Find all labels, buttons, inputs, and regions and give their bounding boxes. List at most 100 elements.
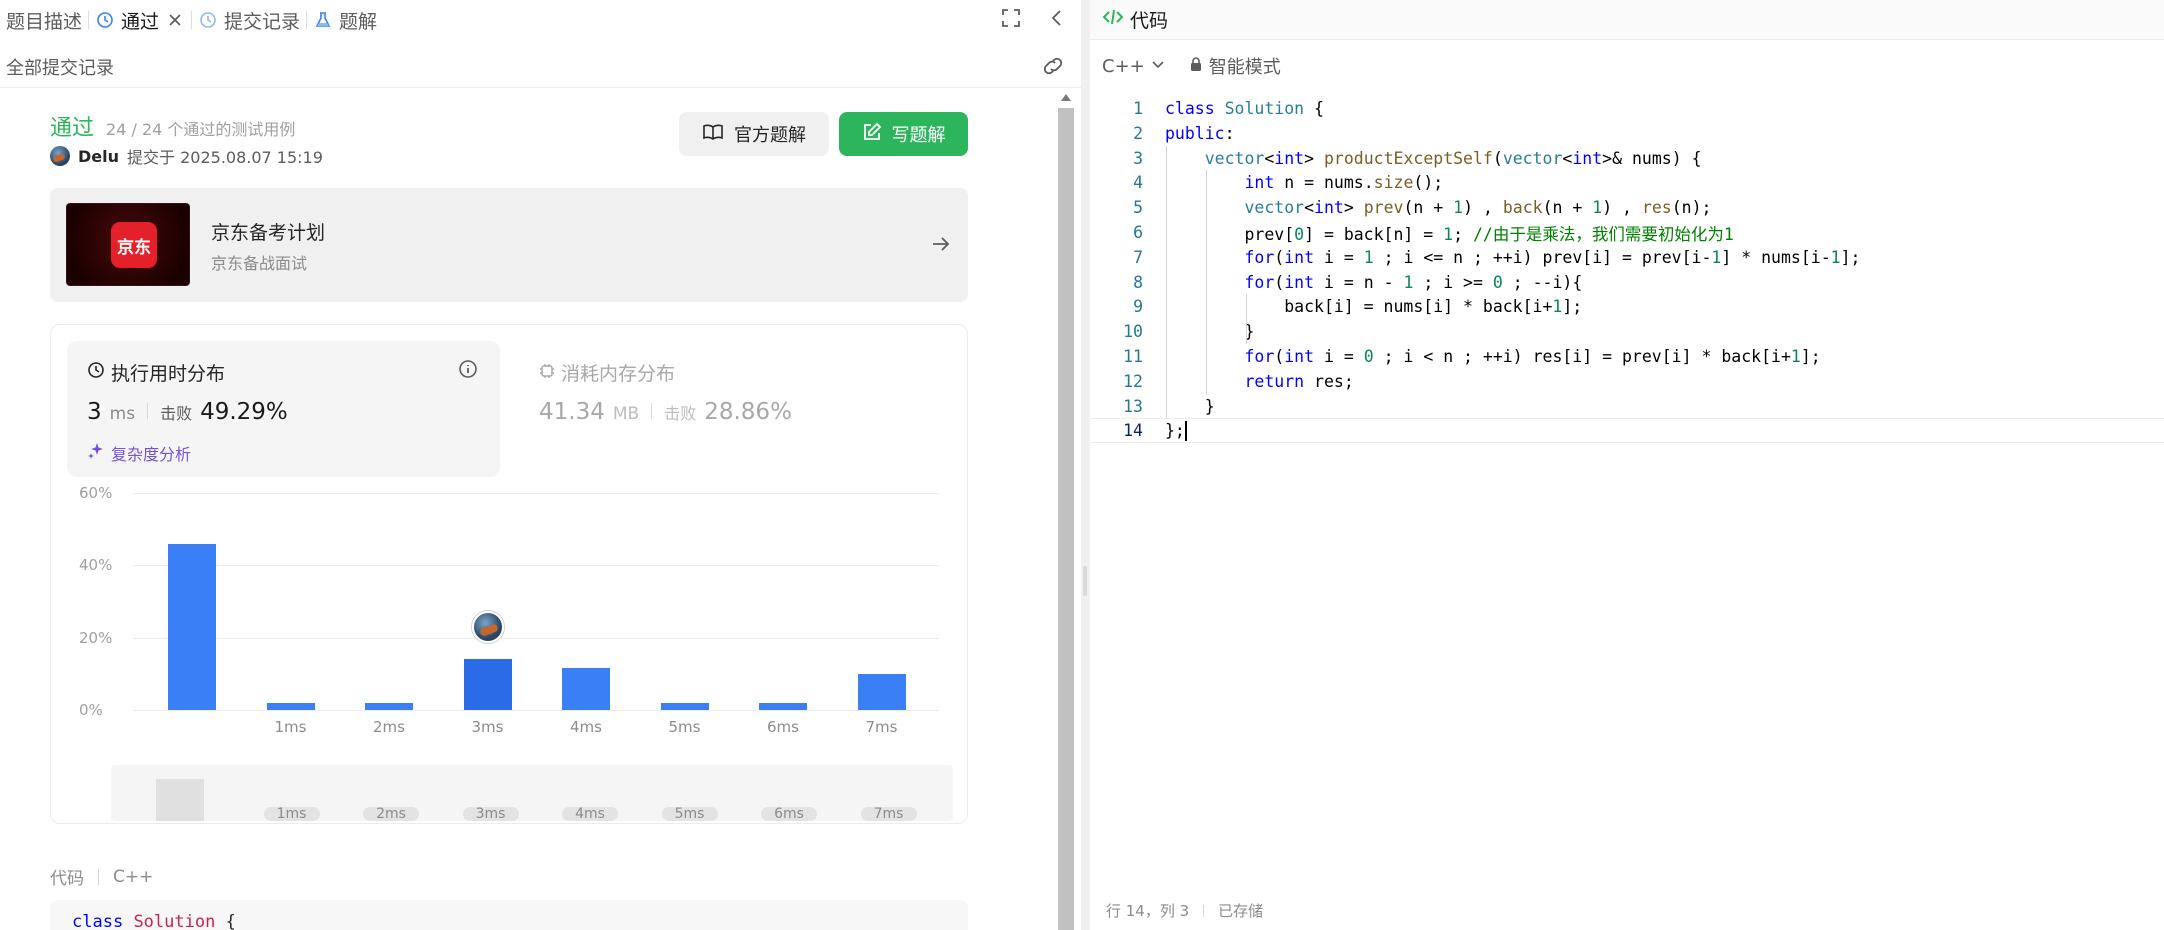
promo-image: 京东 xyxy=(66,203,190,286)
pane-resizer[interactable] xyxy=(1081,0,1090,930)
smart-mode-toggle[interactable]: 智能模式 xyxy=(1189,53,1281,79)
code-line[interactable]: 13 } xyxy=(1090,394,2164,419)
code-line[interactable]: 4 int n = nums.size(); xyxy=(1090,170,2164,195)
y-tick-label: 40% xyxy=(79,556,113,575)
status-badge: 通过 xyxy=(50,116,95,141)
status-line: 通过 24 / 24 个通过的测试用例 xyxy=(50,110,295,142)
lock-icon xyxy=(1189,56,1203,77)
code-preview-keyword: class xyxy=(72,912,124,930)
chip-icon xyxy=(539,362,555,384)
my-submission-marker[interactable] xyxy=(471,611,504,644)
avatar[interactable] xyxy=(50,146,70,166)
submission-panel: 题目描述 通过 提交记录 题解 全部提交记录 通过 24 / 24 个通过的测试… xyxy=(0,0,1081,930)
code-line[interactable]: 1 class Solution { xyxy=(1090,96,2164,121)
code-line[interactable]: 14}; xyxy=(1090,418,2164,444)
tab-description[interactable]: 题目描述 xyxy=(0,0,88,40)
overview-tick-label: 4ms xyxy=(562,807,618,821)
test-cases-count: 24 / 24 个通过的测试用例 xyxy=(106,120,296,139)
link-icon[interactable] xyxy=(1041,56,1065,81)
chevron-down-icon xyxy=(1151,56,1165,77)
author-name[interactable]: Delu xyxy=(78,147,119,166)
code-panel: 代码 C++ 智能模式 1 class Solution {2 public: 3 v… xyxy=(1090,0,2164,930)
code-line[interactable]: 12 return res; xyxy=(1090,369,2164,394)
tab-solutions[interactable]: 题解 xyxy=(307,0,383,40)
runtime-beat-label: 击败 xyxy=(160,404,193,423)
scroll-up-arrow[interactable] xyxy=(1061,94,1071,101)
x-tick-label: 7ms xyxy=(865,718,898,736)
tab-accepted[interactable]: 通过 xyxy=(89,0,191,40)
code-line[interactable]: 7 for(int i = 1 ; i <= n ; ++i) prev[i] … xyxy=(1090,245,2164,270)
line-number: 14 xyxy=(1123,421,1143,441)
code-section-lang: C++ xyxy=(113,866,154,887)
history-icon xyxy=(198,10,218,30)
runtime-panel[interactable]: 执行用时分布 3 ms 击败 49.29% 复杂度分析 xyxy=(67,341,500,477)
flask-icon xyxy=(313,10,333,30)
language-select[interactable]: C++ xyxy=(1102,56,1165,77)
write-solution-button[interactable]: 写题解 xyxy=(839,112,968,156)
complexity-analysis-link[interactable]: 复杂度分析 xyxy=(87,441,191,465)
scrollbar[interactable] xyxy=(1058,88,1074,930)
code-text: return res; xyxy=(1244,371,1354,391)
all-submissions-link[interactable]: 全部提交记录 xyxy=(6,54,114,80)
chart-bar[interactable] xyxy=(168,543,216,710)
promo-card[interactable]: 京东 京东备考计划 京东备战面试 xyxy=(50,188,968,302)
edit-icon xyxy=(862,122,882,147)
code-line[interactable]: 2 public: xyxy=(1090,121,2164,146)
runtime-value: 3 xyxy=(87,399,102,425)
scrollbar-thumb[interactable] xyxy=(1058,108,1074,930)
code-line[interactable]: 10 } xyxy=(1090,319,2164,344)
close-icon[interactable] xyxy=(165,10,185,30)
code-text: for(int i = 1 ; i <= n ; ++i) prev[i] = … xyxy=(1244,247,1861,267)
chart-bar[interactable] xyxy=(660,702,709,710)
code-text: class Solution { xyxy=(1165,99,1324,118)
chart-bar[interactable] xyxy=(857,673,906,710)
code-line[interactable]: 9 back[i] = nums[i] * back[i+1]; xyxy=(1090,294,2164,319)
x-tick-label: 4ms xyxy=(570,718,602,736)
chart-bar[interactable] xyxy=(759,702,807,710)
chart-bar[interactable] xyxy=(365,702,413,710)
line-number: 1 xyxy=(1133,99,1143,118)
indent-guide xyxy=(1246,294,1247,344)
info-icon[interactable] xyxy=(458,359,478,383)
x-tick-label: 3ms xyxy=(471,718,504,736)
code-line[interactable]: 3 vector<int> productExceptSelf(vector<i… xyxy=(1090,146,2164,171)
memory-panel[interactable]: 消耗内存分布 41.34 MB 击败 28.86% xyxy=(539,341,939,477)
chart-range-selector[interactable]: 1ms 2ms 3ms 4ms 5ms 6ms 7ms xyxy=(111,765,953,821)
chart-bar[interactable] xyxy=(463,659,512,710)
overview-bar xyxy=(156,779,204,821)
code-editor[interactable]: 1 class Solution { 2 public: 3 vector<int> p… xyxy=(1090,96,2164,876)
line-number: 9 xyxy=(1133,297,1143,317)
collapse-icon[interactable] xyxy=(1047,8,1067,33)
code-line[interactable]: 5 vector<int> prev(n + 1) , back(n + 1) … xyxy=(1090,195,2164,220)
official-solution-button[interactable]: 官方题解 xyxy=(679,112,829,156)
save-status: 已存储 xyxy=(1218,902,1264,920)
editor-status-bar: 行 14，列 3 已存储 xyxy=(1106,900,1263,921)
code-text: for(int i = n - 1 ; i >= 0 ; --i){ xyxy=(1244,272,1583,292)
memory-unit: MB xyxy=(612,404,640,424)
resize-grip[interactable] xyxy=(1083,566,1087,596)
submission-detail: 通过 24 / 24 个通过的测试用例 Delu 提交于 2025.08.07 … xyxy=(0,88,1058,930)
tab-submissions[interactable]: 提交记录 xyxy=(192,0,306,40)
line-number: 2 xyxy=(1133,123,1143,143)
runtime-beat: 49.29% xyxy=(200,399,288,425)
line-number: 3 xyxy=(1133,148,1143,168)
cursor-position: 行 14，列 3 xyxy=(1106,902,1190,920)
code-text: back[i] = nums[i] * back[i+1]; xyxy=(1165,297,1583,317)
overview-tick-label: 2ms xyxy=(363,807,419,821)
fullscreen-icon[interactable] xyxy=(1001,8,1021,33)
chart-bar[interactable] xyxy=(562,668,610,710)
overview-tick-label: 3ms xyxy=(462,807,519,821)
official-solution-label: 官方题解 xyxy=(734,125,806,146)
y-tick-label: 20% xyxy=(79,628,113,647)
chart-gridline xyxy=(133,637,939,639)
chart-bar[interactable] xyxy=(266,702,315,710)
history-icon xyxy=(95,10,115,30)
runtime-title: 执行用时分布 xyxy=(111,363,226,385)
runtime-unit: ms xyxy=(109,404,136,424)
code-line[interactable]: 6 prev[0] = back[n] = 1; //由于是乘法，我们需要初始化… xyxy=(1090,220,2164,245)
code-section-header: 代码 C++ xyxy=(50,864,154,890)
code-line[interactable]: 11 for(int i = 0 ; i < n ; ++i) res[i] =… xyxy=(1090,344,2164,369)
tab-accepted-label: 通过 xyxy=(121,10,160,33)
code-line[interactable]: 8 for(int i = n - 1 ; i >= 0 ; --i){ xyxy=(1090,270,2164,295)
tab-solutions-label: 题解 xyxy=(339,10,378,33)
